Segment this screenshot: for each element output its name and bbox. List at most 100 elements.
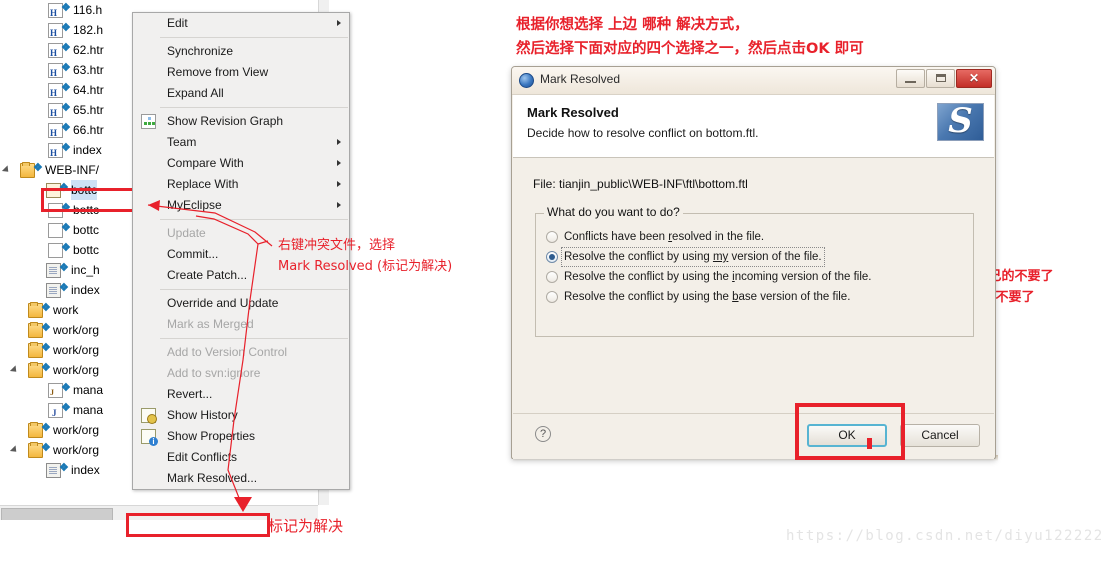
dialog-footer: ? OK Cancel <box>513 413 994 459</box>
tree-item-label: mana <box>73 383 104 397</box>
svn-decoration-icon: ❖ <box>61 82 71 94</box>
svn-decoration-icon: ❖ <box>41 442 51 454</box>
menu-item-label: Remove from View <box>167 65 269 79</box>
menu-item-expand-all[interactable]: Expand All <box>133 83 349 104</box>
dialog-body: File: tianjin_public\WEB-INF\ftl\bottom.… <box>513 158 994 413</box>
menu-item-label: Revert... <box>167 387 213 401</box>
close-button[interactable]: ✕ <box>956 69 992 88</box>
submenu-chevron-right-icon <box>337 20 341 26</box>
annotation-mark-resolved-bold: Mark Resolved <box>278 259 373 274</box>
revision-graph-icon <box>141 114 156 129</box>
twisty-expand-icon[interactable] <box>9 365 20 375</box>
annotation-menu-note-line2: Mark Resolved (标记为解决) <box>278 255 452 274</box>
menu-item-label: Show Revision Graph <box>167 114 284 128</box>
svn-decoration-icon: ❖ <box>61 102 71 114</box>
menu-item-compare-with[interactable]: Compare With <box>133 153 349 174</box>
tree-item-label: WEB-INF/ <box>45 163 99 177</box>
maximize-button[interactable] <box>926 69 955 88</box>
menu-item-edit-conflicts[interactable]: Edit Conflicts <box>133 447 349 468</box>
svn-decoration-icon: ❖ <box>61 22 71 34</box>
menu-item-label: Override and Update <box>167 296 279 310</box>
radio-label-suffix: ase version of the file. <box>738 291 851 303</box>
menu-item-show-properties[interactable]: Show Properties <box>133 426 349 447</box>
menu-separator <box>160 37 348 38</box>
menu-item-label: Edit Conflicts <box>167 450 238 464</box>
svn-decoration-icon: ❖ <box>61 382 71 394</box>
help-icon[interactable]: ? <box>535 426 551 442</box>
radio-option-label: Resolve the conflict by using my version… <box>561 247 825 267</box>
menu-item-mark-resolved[interactable]: Mark Resolved... <box>133 468 349 489</box>
tree-item-label: work/org <box>53 323 100 337</box>
dialog-window-title: Mark Resolved <box>540 72 621 86</box>
svn-logo-glyph: S <box>948 103 973 141</box>
svn-decoration-icon: ❖ <box>61 62 71 74</box>
menu-item-label: Mark as Merged <box>167 317 254 331</box>
tree-item-label: bottc <box>73 223 100 237</box>
menu-separator <box>160 338 348 339</box>
radio-button-icon[interactable] <box>546 271 558 283</box>
cancel-button[interactable]: Cancel <box>900 424 980 447</box>
menu-item-team[interactable]: Team <box>133 132 349 153</box>
submenu-chevron-right-icon <box>337 181 341 187</box>
menu-item-myeclipse[interactable]: MyEclipse <box>133 195 349 216</box>
svn-decoration-icon: ❖ <box>59 462 69 474</box>
menu-item-override-and-update[interactable]: Override and Update <box>133 293 349 314</box>
tree-item-label: 63.htr <box>73 63 104 77</box>
radio-button-icon[interactable] <box>546 291 558 303</box>
radio-option-label: Resolve the conflict by using the incomi… <box>564 268 871 286</box>
menu-item-label: Team <box>167 135 197 149</box>
svn-decoration-icon: ❖ <box>41 302 51 314</box>
menu-item-label: Edit <box>167 16 188 30</box>
tree-item-label: 65.htr <box>73 103 104 117</box>
menu-item-show-revision-graph[interactable]: Show Revision Graph <box>133 111 349 132</box>
menu-item-edit[interactable]: Edit <box>133 13 349 34</box>
close-icon: ✕ <box>968 71 980 85</box>
radio-button-icon[interactable] <box>546 251 558 263</box>
minimize-button[interactable] <box>896 69 925 88</box>
menu-item-label: Commit... <box>167 247 219 261</box>
properties-icon <box>141 429 158 446</box>
svn-decoration-icon: ❖ <box>41 322 51 334</box>
menu-item-remove-from-view[interactable]: Remove from View <box>133 62 349 83</box>
menu-item-revert[interactable]: Revert... <box>133 384 349 405</box>
subversion-logo-icon: S <box>937 103 984 141</box>
radio-label-prefix: Resolve the conflict by using the <box>564 271 733 283</box>
tree-item-label: work/org <box>53 423 100 437</box>
twisty-expand-icon[interactable] <box>1 165 12 175</box>
radio-option-label: Resolve the conflict by using the base v… <box>564 288 850 306</box>
menu-item-replace-with[interactable]: Replace With <box>133 174 349 195</box>
svn-decoration-icon: ❖ <box>61 242 71 254</box>
menu-separator <box>160 289 348 290</box>
menu-item-add-to-svn-ignore: Add to svn:ignore <box>133 363 349 384</box>
menu-item-label: MyEclipse <box>167 198 222 212</box>
scrollbar-thumb[interactable] <box>1 508 113 520</box>
radio-label-prefix: Conflicts have been <box>564 231 669 243</box>
menu-item-synchronize[interactable]: Synchronize <box>133 41 349 62</box>
tree-item-label: bottc <box>73 243 100 257</box>
menu-item-label: Update <box>167 226 206 240</box>
tree-item-label: mana <box>73 403 104 417</box>
dialog-header: Mark Resolved Decide how to resolve conf… <box>513 95 994 158</box>
radio-button-icon[interactable] <box>546 231 558 243</box>
svn-decoration-icon: ❖ <box>61 2 71 14</box>
twisty-expand-icon[interactable] <box>9 445 20 455</box>
menu-item-label: Create Patch... <box>167 268 248 282</box>
svn-decoration-icon: ❖ <box>41 362 51 374</box>
mark-resolved-dialog[interactable]: Mark Resolved ✕ Mark Resolved Decide how… <box>511 66 996 459</box>
radio-label-prefix: Resolve the conflict by using <box>564 251 713 263</box>
menu-separator <box>160 219 348 220</box>
tree-item-label: index <box>73 143 102 157</box>
dialog-header-subtitle: Decide how to resolve conflict on bottom… <box>527 126 759 140</box>
annotation-mark-resolved-rest: (标记为解决) <box>372 259 453 274</box>
tree-item-label: work/org <box>53 443 100 457</box>
svn-decoration-icon: ❖ <box>59 262 69 274</box>
dialog-titlebar[interactable]: Mark Resolved ✕ <box>512 67 995 95</box>
radio-label-suffix: version of the file. <box>728 251 822 263</box>
svn-decoration-icon: ❖ <box>59 282 69 294</box>
annotation-top-line1: 根据你想选择 上边 哪种 解决方式， <box>516 17 749 33</box>
conflict-file-path: File: tianjin_public\WEB-INF\ftl\bottom.… <box>533 177 748 191</box>
tree-item-label: work/org <box>53 363 100 377</box>
resolution-options-group: What do you want to do? Conflicts have b… <box>535 205 974 337</box>
submenu-chevron-right-icon <box>337 139 341 145</box>
menu-item-show-history[interactable]: Show History <box>133 405 349 426</box>
